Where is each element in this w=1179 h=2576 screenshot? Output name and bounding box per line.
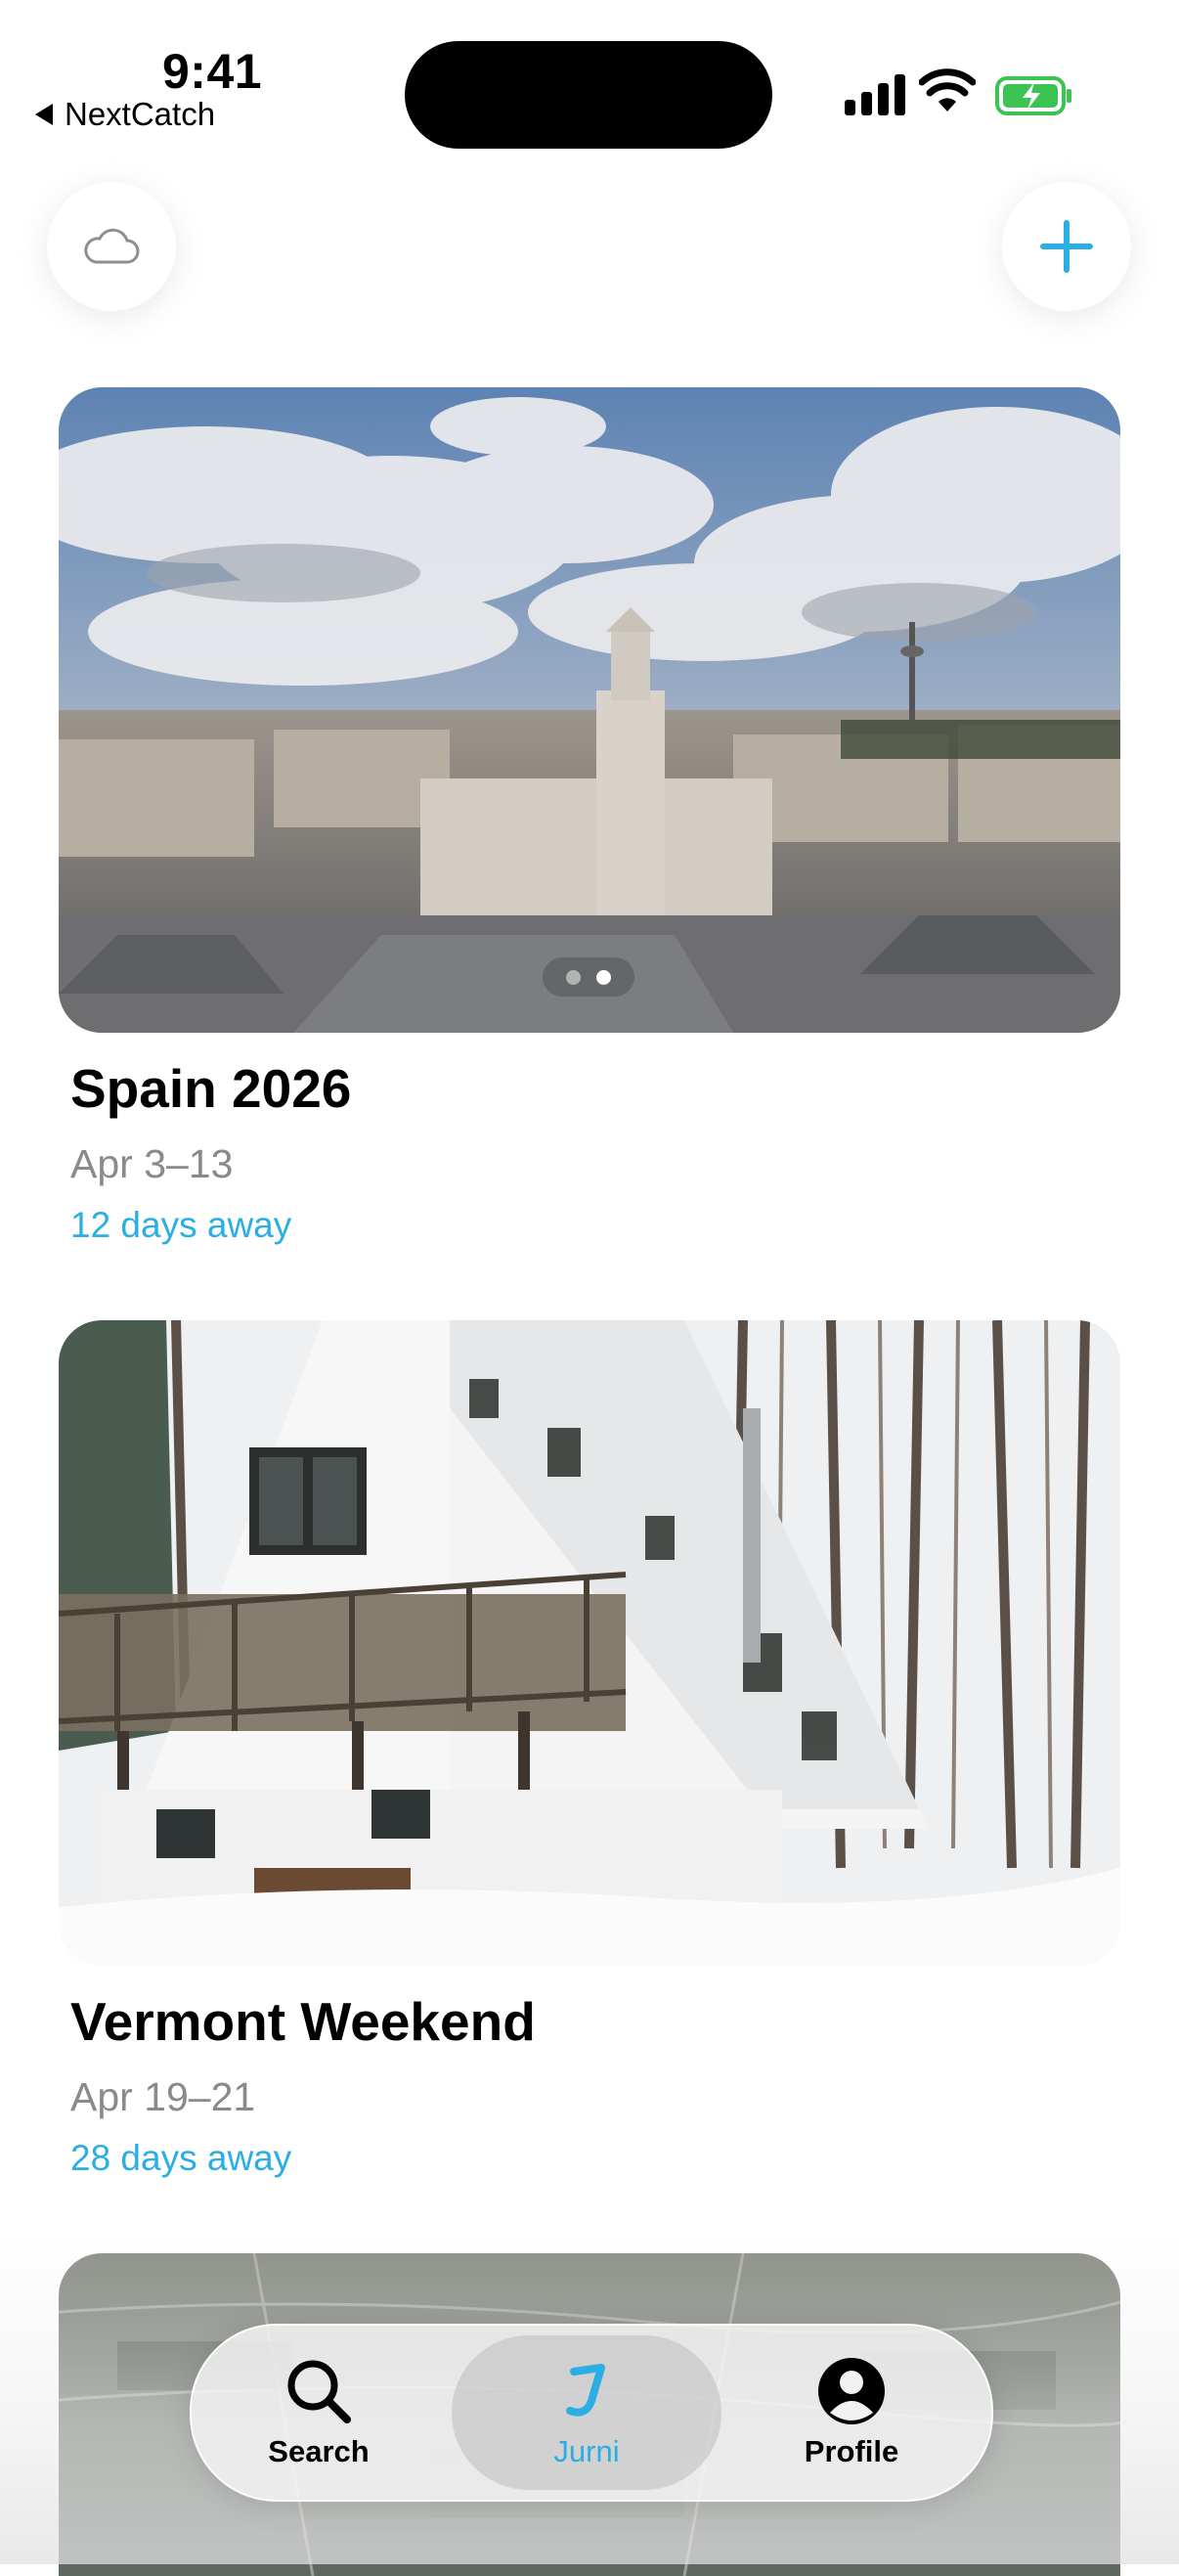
cellular-signal-icon	[845, 70, 905, 115]
trip-title: Vermont Weekend	[70, 1991, 536, 2052]
cloud-icon	[84, 228, 140, 264]
back-arrow-icon	[35, 104, 53, 125]
person-icon	[818, 2358, 885, 2424]
magnifier-icon	[287, 2360, 351, 2423]
cloud-sync-button[interactable]	[47, 182, 176, 311]
photo-page-indicator[interactable]	[543, 957, 634, 997]
back-to-app-link[interactable]: NextCatch	[35, 96, 215, 133]
dynamic-island	[405, 41, 772, 149]
snowy-cabin-image	[59, 1320, 1120, 1966]
tab-jurni[interactable]: Jurni	[452, 2326, 721, 2500]
trip-dates: Apr 19–21	[70, 2074, 256, 2119]
battery-charging-icon	[995, 76, 1071, 115]
back-app-label: NextCatch	[65, 96, 216, 132]
tab-search-label: Search	[268, 2434, 370, 2468]
trip-card[interactable]: Spain 2026 Apr 3–13 12 days away	[59, 387, 1120, 1245]
tab-profile-label: Profile	[804, 2434, 899, 2468]
jurni-logo-icon	[566, 2364, 605, 2417]
add-trip-button[interactable]	[1002, 182, 1131, 311]
page-dot-active	[596, 969, 611, 985]
trip-countdown: 28 days away	[70, 2138, 292, 2178]
tab-bar: Search Jurni Profile	[190, 2324, 993, 2502]
trip-card[interactable]: Vermont Weekend Apr 19–21 28 days away	[59, 1320, 1120, 2178]
tab-profile[interactable]: Profile	[764, 2326, 939, 2500]
trip-countdown: 12 days away	[70, 1205, 292, 1245]
trip-photo-vermont[interactable]	[59, 1320, 1120, 1966]
page-dot	[566, 969, 581, 985]
tab-search[interactable]: Search	[240, 2326, 397, 2500]
plus-icon	[1040, 220, 1093, 273]
trip-dates: Apr 3–13	[70, 1141, 234, 1186]
status-time: 9:41	[162, 44, 263, 99]
trip-photo-madrid[interactable]	[59, 387, 1120, 1033]
madrid-cityscape-image	[59, 387, 1120, 1033]
trip-title: Spain 2026	[70, 1058, 352, 1119]
wifi-icon	[919, 68, 976, 111]
tab-jurni-label: Jurni	[553, 2434, 620, 2468]
